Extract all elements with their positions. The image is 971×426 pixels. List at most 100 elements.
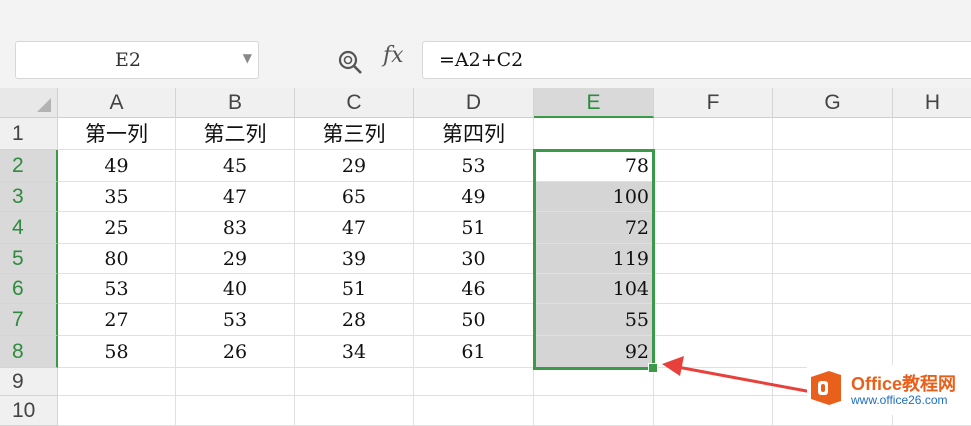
cell-g8[interactable]	[773, 336, 893, 368]
row-header-8[interactable]: 8	[0, 336, 58, 368]
name-box[interactable]: E2 ▼	[15, 41, 259, 79]
cell-g1[interactable]	[773, 118, 893, 150]
cell-d3[interactable]: 49	[414, 182, 534, 212]
cell-d8[interactable]: 61	[414, 336, 534, 368]
cell-d5[interactable]: 30	[414, 244, 534, 274]
cell-c5[interactable]: 39	[295, 244, 414, 274]
cell-h5[interactable]	[893, 244, 971, 274]
cell-f4[interactable]	[654, 212, 773, 244]
cell-h7[interactable]	[893, 304, 971, 336]
cell-d10[interactable]	[414, 396, 534, 426]
cell-h4[interactable]	[893, 212, 971, 244]
cell-c7[interactable]: 28	[295, 304, 414, 336]
row-header-9[interactable]: 9	[0, 368, 58, 396]
column-header-a[interactable]: A	[58, 88, 176, 118]
fill-handle[interactable]	[648, 363, 658, 373]
cell-e9[interactable]	[534, 368, 654, 396]
column-header-d[interactable]: D	[414, 88, 534, 118]
cell-h8[interactable]	[893, 336, 971, 368]
cell-h6[interactable]	[893, 274, 971, 304]
row-header-5[interactable]: 5	[0, 244, 58, 274]
cell-c6[interactable]: 51	[295, 274, 414, 304]
row-header-2[interactable]: 2	[0, 150, 58, 182]
cell-b9[interactable]	[176, 368, 295, 396]
row-header-3[interactable]: 3	[0, 182, 58, 212]
row-header-7[interactable]: 7	[0, 304, 58, 336]
cell-b10[interactable]	[176, 396, 295, 426]
column-header-c[interactable]: C	[295, 88, 414, 118]
formula-input[interactable]: =A2+C2	[422, 41, 971, 79]
row-header-10[interactable]: 10	[0, 396, 58, 426]
cell-e7[interactable]: 55	[534, 304, 654, 336]
cell-e8[interactable]: 92	[534, 336, 654, 368]
zoom-icon[interactable]	[336, 48, 364, 76]
cell-d4[interactable]: 51	[414, 212, 534, 244]
cell-e2[interactable]: 78	[534, 150, 654, 182]
cell-d9[interactable]	[414, 368, 534, 396]
cell-f3[interactable]	[654, 182, 773, 212]
cell-f1[interactable]	[654, 118, 773, 150]
cell-f8[interactable]	[654, 336, 773, 368]
select-all-corner[interactable]	[0, 88, 58, 118]
cell-f7[interactable]	[654, 304, 773, 336]
cell-b4[interactable]: 83	[176, 212, 295, 244]
cell-a3[interactable]: 35	[58, 182, 176, 212]
cell-c8[interactable]: 34	[295, 336, 414, 368]
cell-a6[interactable]: 53	[58, 274, 176, 304]
cell-c10[interactable]	[295, 396, 414, 426]
fx-icon[interactable]: fx	[383, 43, 404, 68]
cell-f6[interactable]	[654, 274, 773, 304]
column-header-g[interactable]: G	[773, 88, 893, 118]
cell-e5[interactable]: 119	[534, 244, 654, 274]
cell-d6[interactable]: 46	[414, 274, 534, 304]
cell-b2[interactable]: 45	[176, 150, 295, 182]
cell-c2[interactable]: 29	[295, 150, 414, 182]
cell-a10[interactable]	[58, 396, 176, 426]
cell-c9[interactable]	[295, 368, 414, 396]
cell-a5[interactable]: 80	[58, 244, 176, 274]
column-title-cell[interactable]: 第一列	[58, 118, 176, 150]
cell-g2[interactable]	[773, 150, 893, 182]
cell-a9[interactable]	[58, 368, 176, 396]
cell-b8[interactable]: 26	[176, 336, 295, 368]
cell-a4[interactable]: 25	[58, 212, 176, 244]
cell-d7[interactable]: 50	[414, 304, 534, 336]
cell-h2[interactable]	[893, 150, 971, 182]
column-header-f[interactable]: F	[654, 88, 773, 118]
cell-g7[interactable]	[773, 304, 893, 336]
cell-f9[interactable]	[654, 368, 773, 396]
cell-f10[interactable]	[654, 396, 773, 426]
cell-e3[interactable]: 100	[534, 182, 654, 212]
column-header-b[interactable]: B	[176, 88, 295, 118]
cell-b5[interactable]: 29	[176, 244, 295, 274]
cell-e1[interactable]	[534, 118, 654, 150]
cell-d2[interactable]: 53	[414, 150, 534, 182]
row-header-4[interactable]: 4	[0, 212, 58, 244]
cell-c4[interactable]: 47	[295, 212, 414, 244]
row-header-6[interactable]: 6	[0, 274, 58, 304]
row-header-1[interactable]: 1	[0, 118, 58, 150]
cell-g6[interactable]	[773, 274, 893, 304]
cell-c3[interactable]: 65	[295, 182, 414, 212]
column-title-cell[interactable]: 第四列	[414, 118, 534, 150]
chevron-down-icon[interactable]: ▼	[243, 51, 252, 65]
column-header-e[interactable]: E	[534, 88, 654, 118]
column-title-cell[interactable]: 第三列	[295, 118, 414, 150]
column-title-cell[interactable]: 第二列	[176, 118, 295, 150]
cell-g3[interactable]	[773, 182, 893, 212]
cell-f2[interactable]	[654, 150, 773, 182]
cell-g4[interactable]	[773, 212, 893, 244]
cell-b3[interactable]: 47	[176, 182, 295, 212]
cell-f5[interactable]	[654, 244, 773, 274]
cell-a2[interactable]: 49	[58, 150, 176, 182]
cell-e6[interactable]: 104	[534, 274, 654, 304]
cell-e10[interactable]	[534, 396, 654, 426]
cell-b6[interactable]: 40	[176, 274, 295, 304]
cell-a7[interactable]: 27	[58, 304, 176, 336]
column-header-h[interactable]: H	[893, 88, 971, 118]
cell-a8[interactable]: 58	[58, 336, 176, 368]
cell-h1[interactable]	[893, 118, 971, 150]
cell-e4[interactable]: 72	[534, 212, 654, 244]
cell-b7[interactable]: 53	[176, 304, 295, 336]
cell-g5[interactable]	[773, 244, 893, 274]
